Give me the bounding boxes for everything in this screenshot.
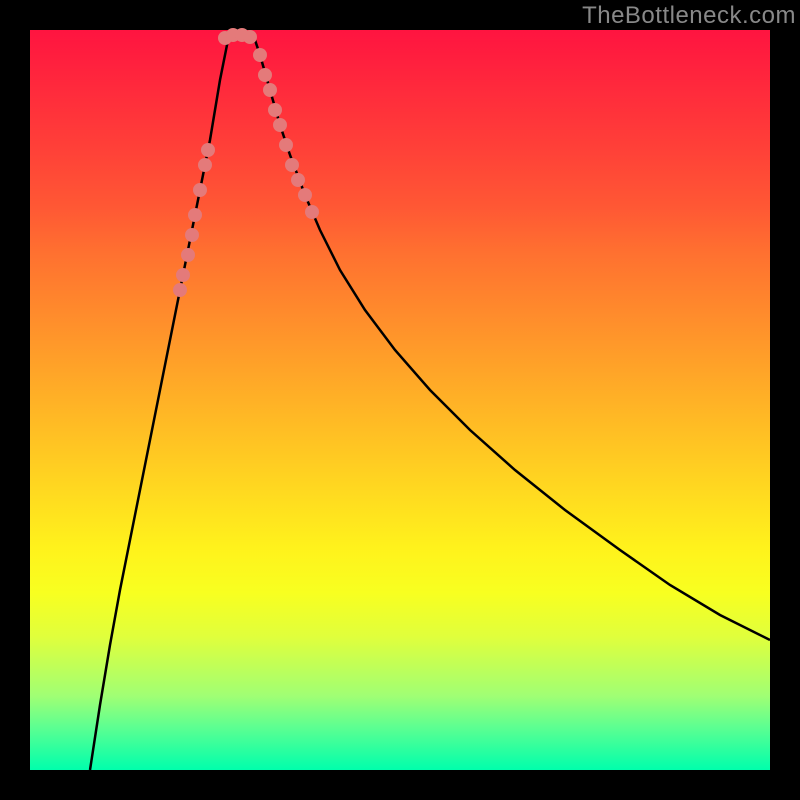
curve-right-branch [255, 40, 770, 640]
dot-left [173, 283, 187, 297]
dot-left [185, 228, 199, 242]
dot-right [263, 83, 277, 97]
watermark-text: TheBottleneck.com [582, 2, 796, 30]
curve-group [90, 35, 770, 770]
dot-left [188, 208, 202, 222]
dot-right [268, 103, 282, 117]
dot-left [176, 268, 190, 282]
dot-left [193, 183, 207, 197]
dot-right [285, 158, 299, 172]
dot-right [291, 173, 305, 187]
dot-right [298, 188, 312, 202]
dot-group [173, 28, 319, 297]
chart-svg [30, 30, 770, 770]
dot-left [198, 158, 212, 172]
dot-right [253, 48, 267, 62]
dot-left [201, 143, 215, 157]
outer-frame: TheBottleneck.com [0, 0, 800, 800]
dot-right [273, 118, 287, 132]
dot-right [305, 205, 319, 219]
dot-right [258, 68, 272, 82]
dot-left [181, 248, 195, 262]
dot-floor [243, 30, 257, 44]
dot-right [279, 138, 293, 152]
